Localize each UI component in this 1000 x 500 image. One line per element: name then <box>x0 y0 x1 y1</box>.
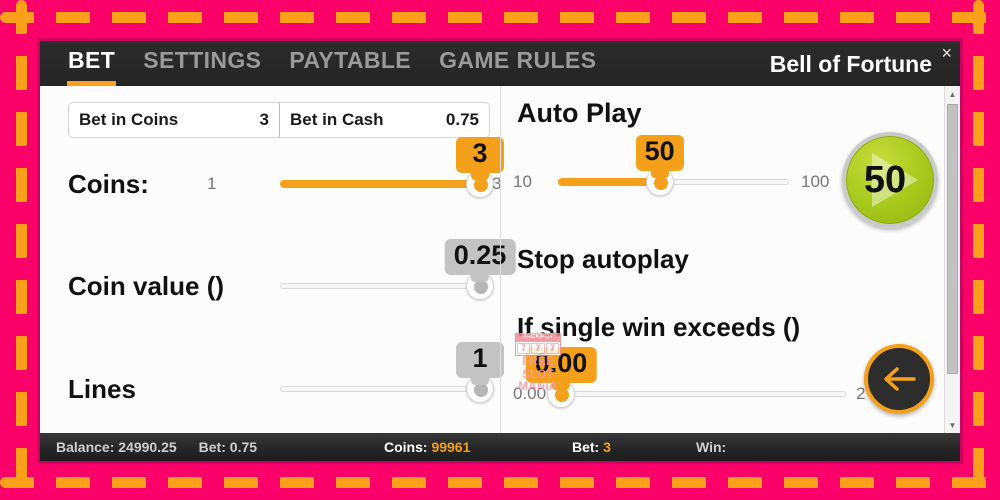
coins-slider-value-bubble: 3 <box>456 137 504 180</box>
statusbar: Balance: 24990.25 Bet: 0.75 Coins: 99961… <box>40 433 960 461</box>
lines-slider-track[interactable] <box>280 386 480 392</box>
status-coins-value: 99961 <box>431 439 471 455</box>
single-win-slider[interactable]: 0.00 <box>525 347 846 409</box>
frame-dash-top <box>0 12 1000 23</box>
coins-label: Coins: <box>68 168 149 199</box>
settings-content: Bet in Coins 3 Bet in Cash 0.75 Coins: 1… <box>40 86 960 433</box>
autoplay-rounds-fill <box>558 178 660 186</box>
stop-autoplay-label: Stop autoplay <box>517 244 689 274</box>
tab-game-rules-label: GAME RULES <box>439 47 597 73</box>
frame-dash-right <box>973 0 984 500</box>
status-balance-label: Balance: <box>56 439 115 455</box>
tab-bar: BET SETTINGS PAYTABLE GAME RULES <box>54 41 610 86</box>
bet-in-coins-box[interactable]: Bet in Coins 3 <box>69 103 279 137</box>
status-bet-coins-value: 3 <box>603 439 611 455</box>
bet-in-cash-box[interactable]: Bet in Cash 0.75 <box>279 103 489 137</box>
status-bet-cash-value: 0.75 <box>229 439 258 455</box>
tab-settings-label: SETTINGS <box>143 47 262 73</box>
single-win-min-label: 0.00 <box>513 384 547 403</box>
lines-slider-value-bubble: 1 <box>456 342 504 385</box>
frame-dash-bottom <box>0 477 1000 488</box>
bet-in-cash-value: 0.75 <box>445 110 479 129</box>
coin-value-slider-track[interactable] <box>280 283 480 289</box>
status-balance-value: 24990.25 <box>118 439 177 455</box>
chevron-down-icon[interactable]: ▼ <box>945 417 961 433</box>
autoplay-rounds-slider[interactable]: 50 <box>558 135 789 197</box>
autoplay-rounds-value-bubble: 50 <box>635 135 684 178</box>
status-bet-cash: Bet: 0.75 <box>199 439 257 455</box>
status-balance: Balance: 24990.25 <box>56 439 177 455</box>
status-bet-cash-label: Bet: <box>198 439 226 455</box>
coins-slider-fill <box>280 180 480 188</box>
game-title: Bell of Fortune <box>769 51 932 77</box>
bet-summary-boxes: Bet in Coins 3 Bet in Cash 0.75 <box>68 102 490 138</box>
tab-bet[interactable]: BET <box>54 41 129 86</box>
status-win: Win: <box>696 439 726 455</box>
status-bet-coins: Bet: 3 <box>572 439 611 455</box>
single-win-value-bubble: 0.00 <box>525 347 597 390</box>
arrow-left-icon <box>884 367 916 391</box>
back-button[interactable] <box>864 344 934 414</box>
status-coins-label: Coins: <box>384 439 428 455</box>
tab-paytable[interactable]: PAYTABLE <box>275 41 425 86</box>
autoplay-rounds-min-label: 10 <box>513 172 532 191</box>
tab-bet-label: BET <box>68 47 116 73</box>
game-settings-window: BET SETTINGS PAYTABLE GAME RULES Bell of… <box>40 41 960 461</box>
status-coins: Coins: 99961 <box>384 439 470 455</box>
coin-value-label: Coin value () <box>68 270 225 301</box>
content-scrollbar[interactable]: ▲ ▼ <box>944 86 960 433</box>
coin-value-slider[interactable]: 0.25 <box>280 239 516 301</box>
single-win-track[interactable] <box>561 391 846 397</box>
coins-min-label: 1 <box>207 174 217 193</box>
bet-in-coins-value: 3 <box>259 110 269 129</box>
autoplay-title: Auto Play <box>517 98 642 128</box>
lines-slider-row: Lines 1 <box>40 342 504 409</box>
coin-value-slider-row: Coin value () 0.25 <box>40 239 516 306</box>
titlebar: BET SETTINGS PAYTABLE GAME RULES Bell of… <box>40 41 960 86</box>
coins-slider-row: Coins: 1 3 3 <box>40 137 504 204</box>
close-icon[interactable]: × <box>941 44 952 62</box>
lines-label: Lines <box>68 373 136 404</box>
coins-slider[interactable]: 3 <box>280 137 504 199</box>
chevron-up-icon[interactable]: ▲ <box>945 86 961 102</box>
scrollbar-thumb[interactable] <box>947 104 958 374</box>
status-win-label: Win: <box>696 439 727 455</box>
status-bet-coins-label: Bet: <box>572 439 600 455</box>
tab-paytable-label: PAYTABLE <box>289 47 412 73</box>
tab-settings[interactable]: SETTINGS <box>129 41 275 86</box>
autoplay-start-button[interactable]: 50 <box>842 132 938 228</box>
bet-in-cash-label: Bet in Cash <box>290 110 384 129</box>
frame-dash-left <box>16 0 27 500</box>
bet-in-coins-label: Bet in Coins <box>79 110 179 129</box>
autoplay-start-button-label: 50 <box>863 158 907 201</box>
tab-game-rules[interactable]: GAME RULES <box>425 41 610 86</box>
bet-panel: Bet in Coins 3 Bet in Cash 0.75 Coins: 1… <box>40 86 516 433</box>
single-win-exceeds-label: If single win exceeds () <box>517 312 801 342</box>
autoplay-rounds-max-label: 100 <box>801 172 830 191</box>
lines-slider[interactable]: 1 <box>280 342 504 404</box>
autoplay-panel: Auto Play 10 50 100 50 Stop autoplay If … <box>500 86 960 433</box>
